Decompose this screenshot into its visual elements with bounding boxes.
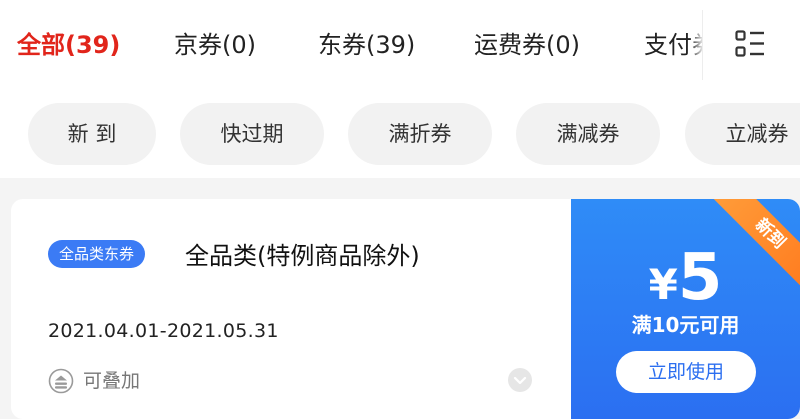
coupon-card: 全品类东券 全品类(特例商品除外) 2021.04.01-2021.05.31 … [11, 199, 800, 419]
coupon-title: 全品类(特例商品除外) [185, 242, 420, 270]
filter-chips: 新 到 快过期 满折券 满减券 立减券 [0, 90, 800, 178]
filter-chip-discount-rate[interactable]: 满折券 [348, 103, 492, 165]
filter-chip-threshold-reduction[interactable]: 满减券 [516, 103, 660, 165]
tab-divider [702, 10, 703, 80]
coupon-validity: 2021.04.01-2021.05.31 [48, 320, 279, 342]
coupon-type-tabs: 全部(39) 京券(0) 东券(39) 运费券(0) 支付券 [0, 0, 800, 90]
coupon-category-tag: 全品类东券 [48, 240, 146, 268]
coupon-amount: ¥5 [571, 241, 800, 315]
stackable-label: 可叠加 [83, 370, 141, 392]
use-now-button[interactable]: 立即使用 [616, 351, 756, 393]
coupon-amount-value: 5 [677, 241, 723, 315]
currency-symbol: ¥ [648, 260, 678, 309]
coupon-info: 全品类东券 全品类(特例商品除外) 2021.04.01-2021.05.31 … [11, 199, 571, 419]
filter-chip-expiring[interactable]: 快过期 [180, 103, 324, 165]
coupon-value-panel: 新到 ¥5 满10元可用 立即使用 [571, 199, 800, 419]
filter-chip-instant-reduction[interactable]: 立减券 [685, 103, 800, 165]
coupon-threshold: 满10元可用 [631, 313, 740, 337]
tab-dong-coupon[interactable]: 东券(39) [318, 27, 415, 63]
chevron-down-icon[interactable] [507, 367, 533, 393]
tab-jing-coupon[interactable]: 京券(0) [174, 27, 256, 63]
tab-all[interactable]: 全部(39) [17, 27, 120, 63]
filter-chip-new[interactable]: 新 到 [28, 103, 156, 165]
stack-up-icon [48, 368, 74, 394]
tab-shipping-coupon[interactable]: 运费券(0) [474, 27, 580, 63]
grid-list-icon[interactable] [735, 30, 765, 58]
